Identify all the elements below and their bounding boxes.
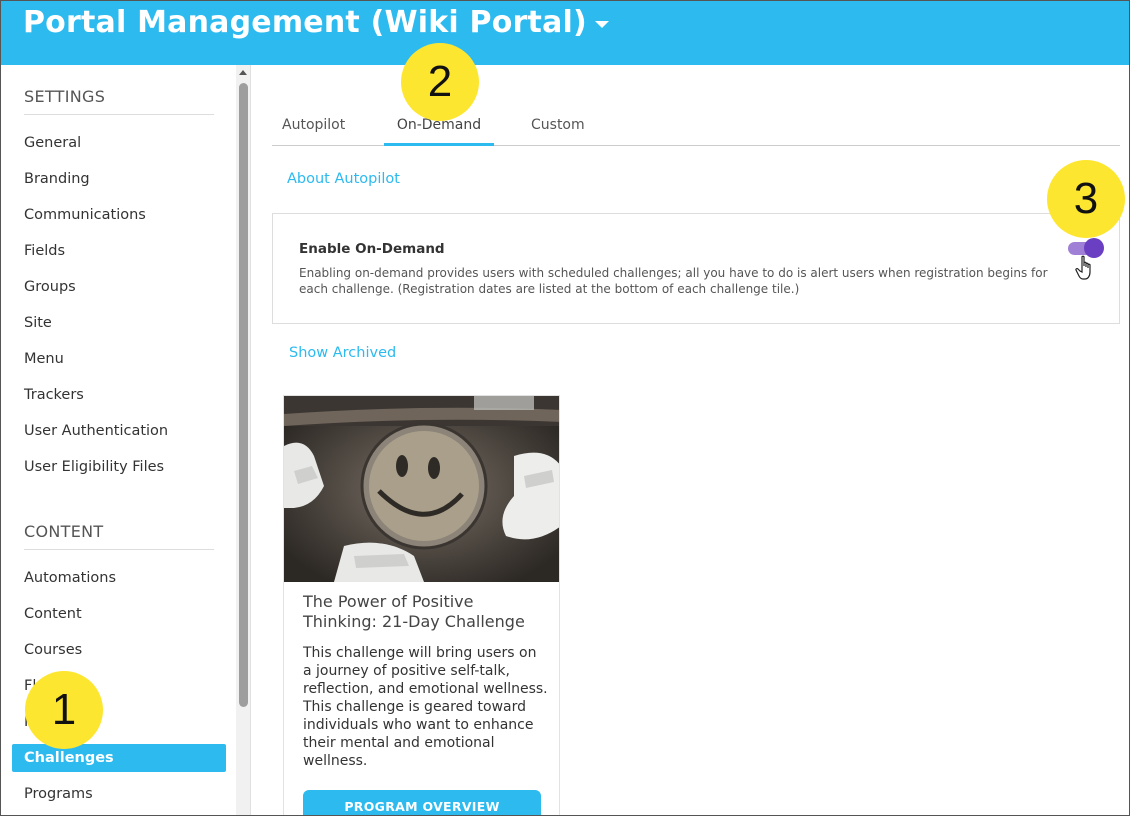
app-window: Portal Management (Wiki Portal) SETTINGS… — [0, 0, 1130, 816]
content-section-title: CONTENT — [24, 522, 104, 541]
sidebar-item-branding[interactable]: Branding — [12, 165, 226, 193]
sidebar-item-user-eligibility-files[interactable]: User Eligibility Files — [12, 453, 226, 481]
sidebar-item-site[interactable]: Site — [12, 309, 226, 337]
sidebar-item-communications[interactable]: Communications — [12, 201, 226, 229]
portal-dropdown-chevron-down-icon[interactable] — [595, 21, 609, 28]
challenge-tile-image — [284, 396, 559, 582]
sidebar-item-user-authentication[interactable]: User Authentication — [12, 417, 226, 445]
callout-badge-3: 3 — [1047, 160, 1125, 238]
challenge-tile-title[interactable]: The Power of Positive Thinking: 21-Day C… — [303, 592, 548, 632]
tab-autopilot[interactable]: Autopilot — [282, 117, 345, 146]
sidebar-item-groups[interactable]: Groups — [12, 273, 226, 301]
callout-badge-1: 1 — [25, 671, 103, 749]
enable-on-demand-description: Enabling on-demand provides users with s… — [299, 266, 1048, 296]
sidebar-item-fields[interactable]: Fields — [12, 237, 226, 265]
challenge-tile-description: This challenge will bring users on a jou… — [303, 645, 548, 769]
sidebar-item-general[interactable]: General — [12, 129, 226, 157]
sidebar-item-trackers[interactable]: Trackers — [12, 381, 226, 409]
tab-custom[interactable]: Custom — [531, 117, 585, 146]
settings-section-title: SETTINGS — [24, 87, 106, 106]
app-header: Portal Management (Wiki Portal) — [1, 1, 1129, 65]
sidebar-scrollbar[interactable] — [236, 65, 251, 815]
portal-title: Portal Management (Wiki Portal) — [23, 5, 587, 40]
sidebar-item-automations[interactable]: Automations — [12, 564, 226, 592]
enable-on-demand-title: Enable On-Demand — [299, 241, 445, 257]
sidebar-item-content[interactable]: Content — [12, 600, 226, 628]
main-panel: Autopilot On-Demand Custom About Autopil… — [252, 65, 1129, 815]
settings-divider — [24, 114, 214, 115]
sidebar-item-challenges[interactable]: Challenges — [12, 744, 226, 772]
tab-on-demand[interactable]: On-Demand — [384, 117, 494, 146]
sidebar-item-programs[interactable]: Programs — [12, 780, 226, 808]
enable-on-demand-card: Enable On-Demand Enabling on-demand prov… — [272, 213, 1120, 324]
scrollbar-thumb[interactable] — [239, 83, 248, 707]
challenge-tile[interactable]: The Power of Positive Thinking: 21-Day C… — [283, 395, 560, 815]
content-divider — [24, 549, 214, 550]
hand-pointer-cursor-icon — [1075, 255, 1091, 280]
program-overview-button[interactable]: PROGRAM OVERVIEW — [303, 790, 541, 815]
scroll-up-arrow-icon[interactable] — [239, 70, 247, 75]
tab-bar: Autopilot On-Demand Custom — [272, 109, 1120, 146]
callout-badge-2: 2 — [401, 43, 479, 121]
show-archived-link[interactable]: Show Archived — [289, 345, 396, 361]
sidebar-item-menu[interactable]: Menu — [12, 345, 226, 373]
about-autopilot-link[interactable]: About Autopilot — [287, 171, 400, 187]
sidebar-item-courses[interactable]: Courses — [12, 636, 226, 664]
